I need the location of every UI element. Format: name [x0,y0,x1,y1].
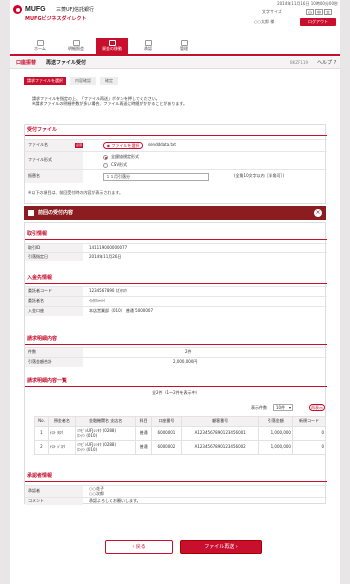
nav-admin[interactable]: 管理 [168,38,200,54]
list-count: 全2件（1～2件を表示中） [152,390,200,395]
nav-approval[interactable]: 承認 [132,38,164,54]
row-deposit-account: 入金口座 本店営業部（010） 普通 5000007 [25,306,327,316]
font-size-small-button[interactable]: 小 [306,9,314,15]
row-consignor-code: 委託者コード 1234567890 (ｶ)ﾀﾛｳ [25,286,327,296]
chevron-right-icon: › [234,544,238,550]
nav-home[interactable]: ホーム [24,38,56,54]
screen-id: BKZF119 [290,60,309,65]
previous-note: ※以下の項目は、前回受付時の内容が表示されます。 [28,190,123,195]
font-size-large-button[interactable]: 大 [324,9,332,15]
required-badge: 必須 [75,143,83,148]
reshow-button[interactable]: 再表示 [309,404,325,411]
previous-contents-bar[interactable]: 前回の受付内容 × [24,206,326,220]
row-comment: コメント 承認よろしくお願いします。 [25,497,327,505]
approval-heading: 承認者情報 [27,473,53,479]
nav-transfer[interactable]: 資金の移動 [96,38,128,54]
row-count: 件数 2件 [25,347,327,357]
help-link[interactable]: ヘルプ ? [317,60,336,66]
page-title: 再送ファイル受付 [46,60,87,66]
divider [25,283,327,284]
logo-text: MUFG [25,6,46,13]
step-3: 確定 [100,77,118,85]
row-name: 振替名 １１月引落分 (全角10文字以内［半角可］) [25,169,327,183]
font-size-medium-button[interactable]: 中 [315,9,323,15]
table-row: 2 ﾃｽﾄ ｼﾞﾛｳ ﾐﾂﾋﾞｼUFJｼﾝﾀｸ (0288) ﾎﾝﾃﾝ (010)… [34,440,327,455]
bank-name: 三菱UFJ信託銀行 [56,7,95,13]
choose-file-button[interactable]: ◉ ファイルを選択 [103,142,143,149]
divider [25,239,327,240]
page: MUFG 三菱UFJ信託銀行 MUFGビジネスダイレクト 2014年11月16日… [10,0,340,584]
table-row: 1 ﾃｽﾄ ﾀﾛｳ ﾐﾂﾋﾞｼUFJｼﾝﾀｸ (0288) ﾎﾝﾃﾝ (010) … [34,426,327,441]
datetime: 2014年11月16日 10時00分00秒 [277,1,338,6]
global-nav: ホーム 明細照会 資金の移動 承認 管理 [10,38,340,56]
section-title: 口座振替 [16,60,37,66]
step-1: 請求ファイルを選択 [24,77,66,85]
divider [25,386,327,387]
row-approver: 承認者 ○○花子 ○○次郎 [25,485,327,497]
format-zengin-radio[interactable] [103,155,108,160]
name-hint: (全角10文字以内［半角可］) [234,173,285,179]
upload-card: 受付ファイル ファイル名 必須 ◉ ファイルを選択 sendddata.txt … [24,124,327,204]
divider [25,481,327,482]
display-count-select[interactable]: 10件 ▾ [273,404,293,411]
display-count-label: 表示件数 [251,405,267,410]
step-2: 内容確認 [70,77,96,85]
summary-heading: 請求明細内容 [27,336,58,342]
chevron-down-icon: ▾ [288,405,291,410]
back-button[interactable]: ‹ 戻る [105,540,173,554]
square-icon [28,210,34,216]
transfer-name-input[interactable]: １１月引落分 [103,173,209,181]
row-debit-date: 引落指定日 2014年11月26日 [25,252,327,261]
row-format: ファイル形式 全銀協規定形式 CSV形式 [25,151,327,169]
list-heading: 請求明細内容一覧 [27,378,68,384]
info-heading: 取引情報 [27,231,48,237]
row-file: ファイル名 必須 ◉ ファイルを選択 sendddata.txt [25,139,327,151]
intro-text: 請求ファイルを指定の上、「ファイル再送」ボタンを押してください。 ※請求ファイル… [32,96,187,106]
divider [25,344,327,345]
account-heading: 入金先情報 [27,275,53,281]
divider [25,135,327,136]
font-size-label: 文字サイズ [262,9,282,14]
close-icon[interactable]: × [314,209,322,217]
logout-button[interactable]: ログアウト [300,18,336,26]
header: MUFG 三菱UFJ信託銀行 MUFGビジネスダイレクト 2014年11月16日… [10,0,340,38]
previous-contents-card: 取引情報 取引ID 141119000000077 引落指定日 2014年11月26… [24,222,327,505]
service-name: MUFGビジネスダイレクト [25,16,87,22]
resend-file-button[interactable]: ファイル再送 › [180,540,262,554]
upload-heading: 受付ファイル [27,127,58,133]
row-consignor-name: 委託者名 ｲｼﾀｸｼｬﾒｲ [25,296,327,306]
row-total-amount: 引落金額合計 2,000,000円 [25,357,327,367]
row-transaction-id: 取引ID 141119000000077 [25,243,327,252]
detail-table: No. 預金者名 金融機関名 支店名 科目 口座番号 顧客番号 引落金額 新規コ… [34,416,327,455]
file-name: sendddata.txt [148,142,176,148]
title-bar: 口座振替 再送ファイル受付 BKZF119 ヘルプ ? [10,57,340,69]
format-csv-radio[interactable] [103,163,108,168]
user-name: ○○太郎 様 [254,19,275,24]
mufg-logo-icon [13,5,22,14]
nav-statements[interactable]: 明細照会 [60,38,92,54]
